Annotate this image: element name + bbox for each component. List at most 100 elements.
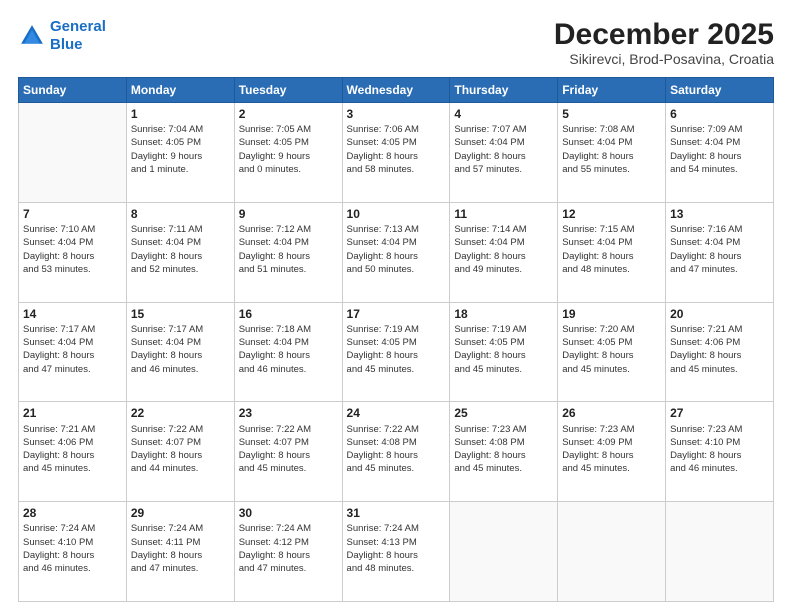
logo: General Blue: [18, 18, 106, 54]
day-number: 17: [347, 306, 446, 322]
day-number: 13: [670, 206, 769, 222]
day-number: 27: [670, 405, 769, 421]
day-info: Sunrise: 7:14 AM Sunset: 4:04 PM Dayligh…: [454, 223, 553, 276]
calendar-cell: 6Sunrise: 7:09 AM Sunset: 4:04 PM Daylig…: [666, 103, 774, 203]
day-info: Sunrise: 7:04 AM Sunset: 4:05 PM Dayligh…: [131, 123, 230, 176]
day-info: Sunrise: 7:08 AM Sunset: 4:04 PM Dayligh…: [562, 123, 661, 176]
day-info: Sunrise: 7:23 AM Sunset: 4:10 PM Dayligh…: [670, 423, 769, 476]
col-monday: Monday: [126, 78, 234, 103]
day-number: 25: [454, 405, 553, 421]
day-info: Sunrise: 7:21 AM Sunset: 4:06 PM Dayligh…: [670, 323, 769, 376]
day-info: Sunrise: 7:07 AM Sunset: 4:04 PM Dayligh…: [454, 123, 553, 176]
calendar-cell: 25 Sunrise: 7:23 AM Sunset: 4:08 PM Dayli…: [450, 402, 558, 502]
day-number: 21: [23, 405, 122, 421]
day-number: 23: [239, 405, 338, 421]
day-number: 2: [239, 106, 338, 122]
day-number: 29: [131, 505, 230, 521]
calendar-cell: 23 Sunrise: 7:22 AM Sunset: 4:07 PM Dayli…: [234, 402, 342, 502]
day-number: 31: [347, 505, 446, 521]
col-wednesday: Wednesday: [342, 78, 450, 103]
day-info: Sunrise: 7:22 AM Sunset: 4:07 PM Dayligh…: [239, 423, 338, 476]
day-number: 8: [131, 206, 230, 222]
calendar-cell: [19, 103, 127, 203]
day-info: Sunrise: 7:22 AM Sunset: 4:08 PM Dayligh…: [347, 423, 446, 476]
calendar-cell: 19Sunrise: 7:20 AM Sunset: 4:05 PM Dayli…: [558, 302, 666, 402]
calendar-cell: 3Sunrise: 7:06 AM Sunset: 4:05 PM Daylig…: [342, 103, 450, 203]
calendar-title: December 2025: [554, 18, 774, 51]
calendar-cell: 1Sunrise: 7:04 AM Sunset: 4:05 PM Daylig…: [126, 103, 234, 203]
day-info: Sunrise: 7:10 AM Sunset: 4:04 PM Dayligh…: [23, 223, 122, 276]
calendar-cell: 31Sunrise: 7:24 AM Sunset: 4:13 PM Dayli…: [342, 502, 450, 602]
day-info: Sunrise: 7:24 AM Sunset: 4:12 PM Dayligh…: [239, 522, 338, 575]
day-number: 16: [239, 306, 338, 322]
title-block: December 2025 Sikirevci, Brod-Posavina, …: [554, 18, 774, 67]
col-friday: Friday: [558, 78, 666, 103]
calendar-cell: 2Sunrise: 7:05 AM Sunset: 4:05 PM Daylig…: [234, 103, 342, 203]
day-number: 6: [670, 106, 769, 122]
calendar-table: Sunday Monday Tuesday Wednesday Thursday…: [18, 77, 774, 602]
day-info: Sunrise: 7:17 AM Sunset: 4:04 PM Dayligh…: [23, 323, 122, 376]
day-info: Sunrise: 7:11 AM Sunset: 4:04 PM Dayligh…: [131, 223, 230, 276]
day-number: 30: [239, 505, 338, 521]
calendar-week-row: 14Sunrise: 7:17 AM Sunset: 4:04 PM Dayli…: [19, 302, 774, 402]
day-info: Sunrise: 7:16 AM Sunset: 4:04 PM Dayligh…: [670, 223, 769, 276]
col-sunday: Sunday: [19, 78, 127, 103]
calendar-cell: 20Sunrise: 7:21 AM Sunset: 4:06 PM Dayli…: [666, 302, 774, 402]
day-info: Sunrise: 7:12 AM Sunset: 4:04 PM Dayligh…: [239, 223, 338, 276]
calendar-week-row: 28Sunrise: 7:24 AM Sunset: 4:10 PM Dayli…: [19, 502, 774, 602]
calendar-cell: 26Sunrise: 7:23 AM Sunset: 4:09 PM Dayli…: [558, 402, 666, 502]
calendar-cell: 21 Sunrise: 7:21 AM Sunset: 4:06 PM Dayli…: [19, 402, 127, 502]
calendar-cell: 11Sunrise: 7:14 AM Sunset: 4:04 PM Dayli…: [450, 202, 558, 302]
day-info: Sunrise: 7:06 AM Sunset: 4:05 PM Dayligh…: [347, 123, 446, 176]
day-number: 20: [670, 306, 769, 322]
calendar-cell: 24Sunrise: 7:22 AM Sunset: 4:08 PM Dayli…: [342, 402, 450, 502]
day-number: 19: [562, 306, 661, 322]
calendar-cell: 10Sunrise: 7:13 AM Sunset: 4:04 PM Dayli…: [342, 202, 450, 302]
calendar-cell: 22Sunrise: 7:22 AM Sunset: 4:07 PM Dayli…: [126, 402, 234, 502]
logo-line2: Blue: [50, 36, 83, 53]
day-info: Sunrise: 7:23 AM Sunset: 4:09 PM Dayligh…: [562, 423, 661, 476]
calendar-cell: 5Sunrise: 7:08 AM Sunset: 4:04 PM Daylig…: [558, 103, 666, 203]
header: General Blue December 2025 Sikirevci, Br…: [18, 18, 774, 67]
calendar-header-row: Sunday Monday Tuesday Wednesday Thursday…: [19, 78, 774, 103]
day-number: 28: [23, 505, 122, 521]
day-info: Sunrise: 7:24 AM Sunset: 4:11 PM Dayligh…: [131, 522, 230, 575]
calendar-cell: 16Sunrise: 7:18 AM Sunset: 4:04 PM Dayli…: [234, 302, 342, 402]
day-number: 1: [131, 106, 230, 122]
calendar-cell: 28Sunrise: 7:24 AM Sunset: 4:10 PM Dayli…: [19, 502, 127, 602]
calendar-cell: 13Sunrise: 7:16 AM Sunset: 4:04 PM Dayli…: [666, 202, 774, 302]
calendar-cell: [558, 502, 666, 602]
calendar-cell: 9Sunrise: 7:12 AM Sunset: 4:04 PM Daylig…: [234, 202, 342, 302]
calendar-cell: 27 Sunrise: 7:23 AM Sunset: 4:10 PM Dayli…: [666, 402, 774, 502]
col-thursday: Thursday: [450, 78, 558, 103]
day-number: 3: [347, 106, 446, 122]
day-number: 10: [347, 206, 446, 222]
day-info: Sunrise: 7:15 AM Sunset: 4:04 PM Dayligh…: [562, 223, 661, 276]
day-info: Sunrise: 7:21 AM Sunset: 4:06 PM Dayligh…: [23, 423, 122, 476]
col-tuesday: Tuesday: [234, 78, 342, 103]
day-number: 9: [239, 206, 338, 222]
calendar-cell: 7Sunrise: 7:10 AM Sunset: 4:04 PM Daylig…: [19, 202, 127, 302]
day-info: Sunrise: 7:24 AM Sunset: 4:10 PM Dayligh…: [23, 522, 122, 575]
calendar-cell: 29Sunrise: 7:24 AM Sunset: 4:11 PM Dayli…: [126, 502, 234, 602]
day-info: Sunrise: 7:23 AM Sunset: 4:08 PM Dayligh…: [454, 423, 553, 476]
calendar-week-row: 21 Sunrise: 7:21 AM Sunset: 4:06 PM Dayli…: [19, 402, 774, 502]
day-info: Sunrise: 7:19 AM Sunset: 4:05 PM Dayligh…: [347, 323, 446, 376]
logo-line1: General: [50, 18, 106, 35]
calendar-cell: 17Sunrise: 7:19 AM Sunset: 4:05 PM Dayli…: [342, 302, 450, 402]
day-number: 12: [562, 206, 661, 222]
calendar-cell: 15Sunrise: 7:17 AM Sunset: 4:04 PM Dayli…: [126, 302, 234, 402]
day-number: 4: [454, 106, 553, 122]
day-number: 15: [131, 306, 230, 322]
calendar-week-row: 1Sunrise: 7:04 AM Sunset: 4:05 PM Daylig…: [19, 103, 774, 203]
page: General Blue December 2025 Sikirevci, Br…: [0, 0, 792, 612]
calendar-cell: [450, 502, 558, 602]
calendar-week-row: 7Sunrise: 7:10 AM Sunset: 4:04 PM Daylig…: [19, 202, 774, 302]
logo-icon: [18, 22, 46, 50]
day-info: Sunrise: 7:05 AM Sunset: 4:05 PM Dayligh…: [239, 123, 338, 176]
day-number: 11: [454, 206, 553, 222]
calendar-cell: 12Sunrise: 7:15 AM Sunset: 4:04 PM Dayli…: [558, 202, 666, 302]
day-info: Sunrise: 7:13 AM Sunset: 4:04 PM Dayligh…: [347, 223, 446, 276]
day-info: Sunrise: 7:19 AM Sunset: 4:05 PM Dayligh…: [454, 323, 553, 376]
day-number: 14: [23, 306, 122, 322]
